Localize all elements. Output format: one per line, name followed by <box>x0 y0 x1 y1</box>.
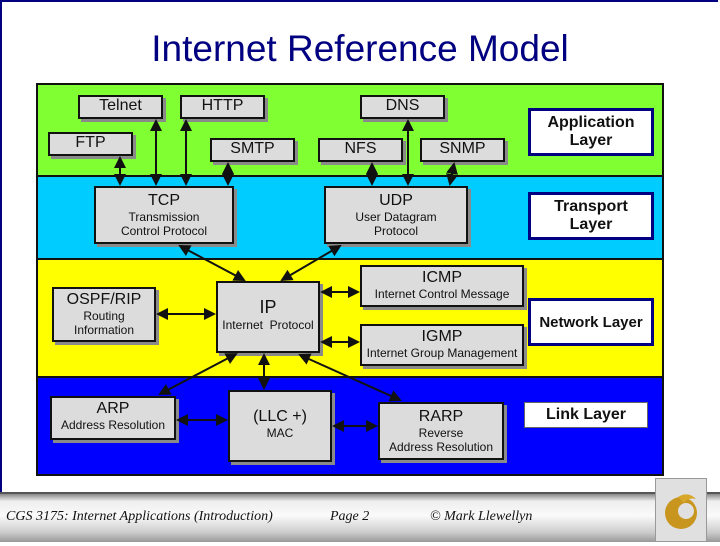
dns-box: DNS <box>360 95 445 119</box>
transport-layer-label: Transport Layer <box>528 192 654 240</box>
snmp-label: SNMP <box>439 140 486 157</box>
link-layer-label: Link Layer <box>524 402 648 428</box>
smtp-label: SMTP <box>230 140 275 157</box>
mac-desc: MAC <box>266 426 294 440</box>
rarp-box: RARP Reverse Address Resolution <box>378 402 504 460</box>
tcp-desc-2: Control Protocol <box>120 224 208 238</box>
telnet-label: Telnet <box>99 97 142 114</box>
nfs-label: NFS <box>344 140 377 157</box>
igmp-desc: Internet Group Management <box>366 346 518 360</box>
arp-desc: Address Resolution <box>60 418 166 432</box>
ftp-label: FTP <box>75 134 106 151</box>
rarp-desc-2: Address Resolution <box>388 440 494 454</box>
telnet-box: Telnet <box>78 95 163 119</box>
http-label: HTTP <box>201 97 244 114</box>
dns-label: DNS <box>385 97 420 114</box>
ospf-rip-box: OSPF/RIP Routing Information <box>52 287 156 342</box>
footer-bar: CGS 3175: Internet Applications (Introdu… <box>0 492 720 542</box>
udp-desc-1: User Datagram <box>355 210 437 224</box>
arp-label: ARP <box>96 400 130 417</box>
ospf-rip-desc-1: Routing <box>83 309 125 323</box>
ospf-rip-desc-2: Information <box>73 323 135 337</box>
udp-desc-2: Protocol <box>373 224 419 238</box>
tcp-label: TCP <box>148 192 180 209</box>
slide-title: Internet Reference Model <box>151 28 569 69</box>
nfs-box: NFS <box>318 138 403 162</box>
tcp-box: TCP Transmission Control Protocol <box>94 186 234 244</box>
pegasus-logo-icon <box>655 478 707 542</box>
ip-desc: Internet Protocol <box>222 318 314 332</box>
arp-box: ARP Address Resolution <box>50 396 176 440</box>
mac-box: (LLC +) MAC <box>228 390 332 462</box>
footer-page: Page 2 <box>330 509 370 524</box>
rarp-label: RARP <box>418 408 464 425</box>
icmp-box: ICMP Internet Control Message <box>360 265 524 307</box>
udp-box: UDP User Datagram Protocol <box>324 186 468 244</box>
ip-box: IP Internet Protocol <box>216 281 320 353</box>
igmp-label: IGMP <box>421 328 463 345</box>
udp-label: UDP <box>379 192 413 209</box>
icmp-desc: Internet Control Message <box>374 287 510 301</box>
ftp-box: FTP <box>48 132 133 156</box>
icmp-label: ICMP <box>422 269 462 286</box>
rarp-desc-1: Reverse <box>418 426 464 440</box>
footer-author: © Mark Llewellyn <box>430 509 533 524</box>
http-box: HTTP <box>180 95 265 119</box>
footer-course: CGS 3175: Internet Applications (Introdu… <box>6 509 273 524</box>
network-layer-label: Network Layer <box>528 298 654 346</box>
ip-label: IP <box>259 297 277 317</box>
smtp-box: SMTP <box>210 138 295 162</box>
tcp-desc-1: Transmission <box>128 210 200 224</box>
mac-label: (LLC +) <box>253 408 307 425</box>
snmp-box: SNMP <box>420 138 505 162</box>
ospf-rip-label: OSPF/RIP <box>66 291 142 308</box>
application-layer-label: Application Layer <box>528 108 654 156</box>
igmp-box: IGMP Internet Group Management <box>360 324 524 366</box>
